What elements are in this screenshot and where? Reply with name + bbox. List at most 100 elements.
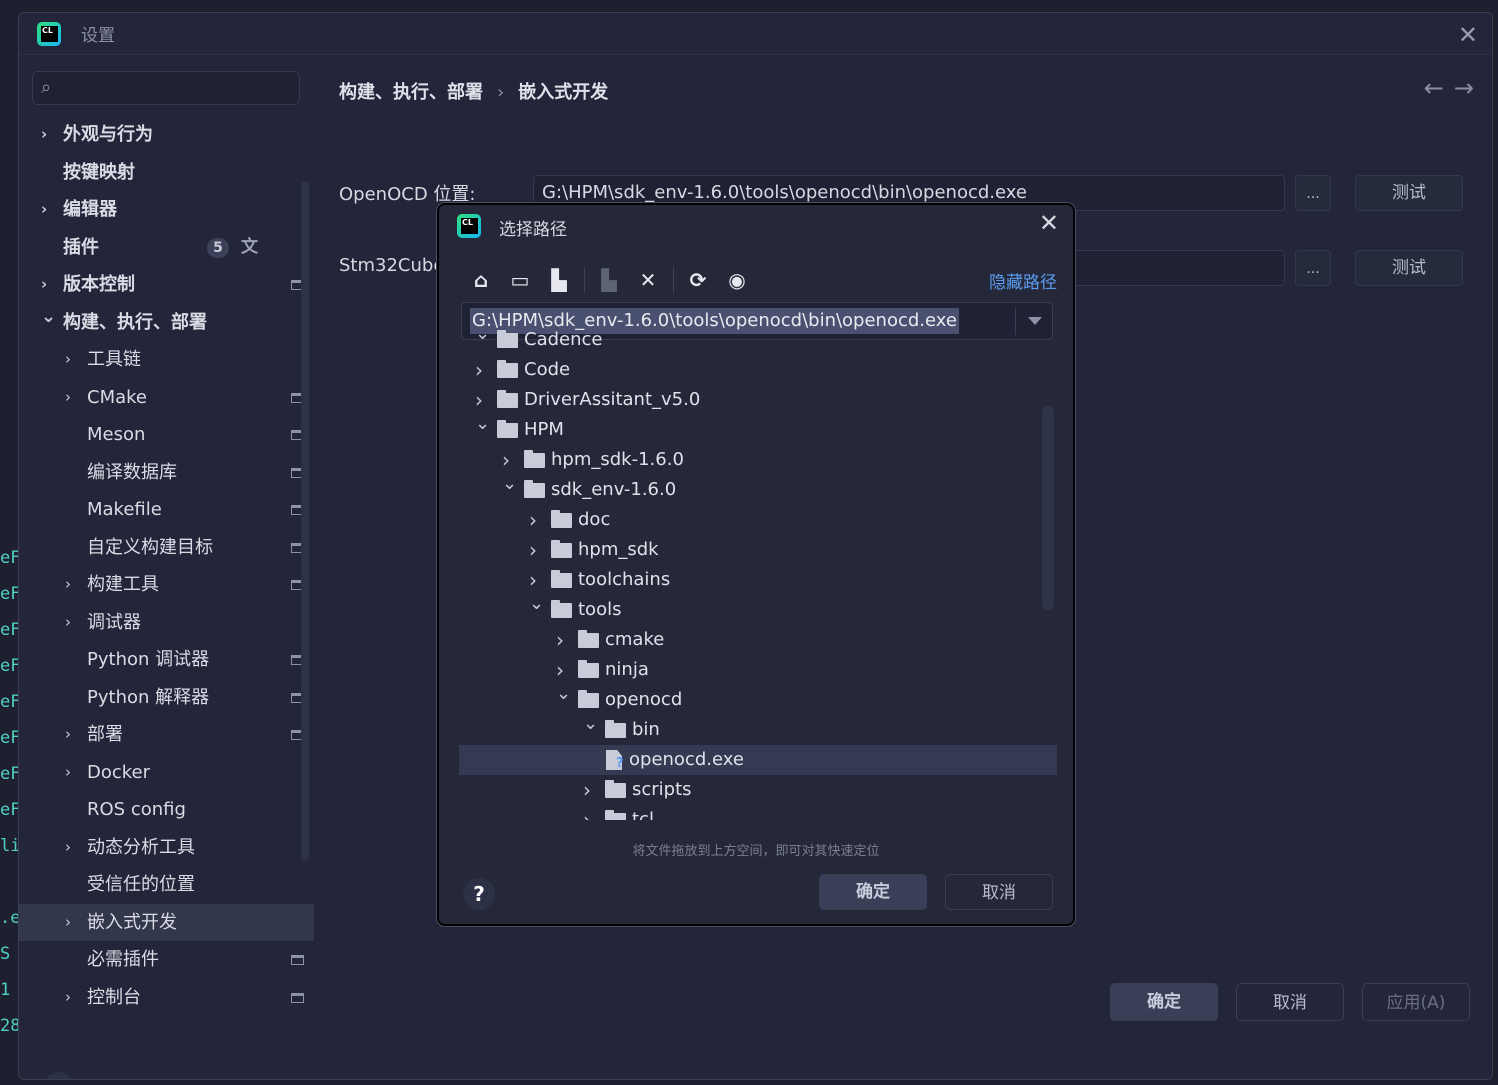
chevron-down-icon[interactable]: ⌄ [529,589,544,619]
sidebar-item[interactable]: › 部署 [19,716,314,754]
tree-row[interactable]: › DriverAssitant_v5.0 [459,385,1057,415]
search-input[interactable]: ⌕ [32,71,300,105]
tree-row[interactable]: ⌄ tools [459,593,1057,625]
tree-row[interactable]: › cmake [459,625,1057,655]
sidebar-item[interactable]: 受信任的位置 [19,866,314,904]
desktop-icon[interactable]: ▭ [506,266,534,294]
help-button[interactable]: ? [43,1072,75,1079]
show-hidden-icon[interactable]: ◉ [723,266,751,294]
sidebar-item[interactable]: 插件 5 文 [19,229,314,267]
openocd-test-button[interactable]: 测试 [1355,175,1463,211]
chevron-down-icon[interactable]: ⌄ [502,469,517,499]
sidebar-item[interactable]: ROS config [19,791,314,829]
chevron-right-icon[interactable]: › [583,805,591,820]
sidebar-item-label: 外观与行为 [63,124,153,145]
chevron-right-icon[interactable]: › [41,191,47,229]
chevron-down-icon[interactable] [1028,317,1042,325]
settings-nav: › 外观与行为按键映射 › 编辑器 插件 5 文 › 版本控制 ⌄ 构建、执行、部署 › 工具链 › CMa… [19,116,314,1016]
sidebar-item[interactable]: 自定义构建目标 [19,529,314,567]
sidebar-item[interactable]: Python 调试器 [19,641,314,679]
sidebar-item[interactable]: › 嵌入式开发 [19,903,314,942]
sidebar-item[interactable]: › 控制台 [19,979,314,1017]
tree-row[interactable]: ⌄ sdk_env-1.6.0 [459,473,1057,505]
sidebar-item[interactable]: 编译数据库 [19,454,314,492]
dialog-title: 选择路径 [499,220,567,240]
chevron-right-icon[interactable]: › [529,505,537,535]
chevron-down-icon[interactable]: ⌄ [583,709,598,739]
sidebar-item[interactable]: › CMake [19,379,314,417]
tree-row[interactable]: ⌄ HPM [459,413,1057,445]
chevron-right-icon[interactable]: › [41,116,47,154]
sidebar-item[interactable]: 必需插件 [19,941,314,979]
sidebar-item[interactable]: › 动态分析工具 [19,829,314,867]
tree-row[interactable]: ⌄ bin [459,713,1057,745]
dialog-ok-button[interactable]: 确定 [819,874,927,910]
tree-row[interactable]: › scripts [459,775,1057,805]
tree-row[interactable]: › hpm_sdk [459,535,1057,565]
project-folder-icon[interactable]: ▙ [545,266,573,294]
sidebar-item[interactable]: › 编辑器 [19,191,314,229]
close-icon[interactable]: ✕ [1039,209,1059,237]
sidebar-item[interactable]: › 外观与行为 [19,116,314,154]
chevron-right-icon[interactable]: › [529,535,537,565]
sidebar-item[interactable]: 按键映射 [19,154,314,192]
sidebar-item[interactable]: Python 解释器 [19,679,314,717]
tree-row[interactable]: › toolchains [459,565,1057,595]
dialog-help-button[interactable]: ? [463,878,495,910]
openocd-browse-button[interactable]: ... [1295,175,1331,211]
refresh-icon[interactable]: ⟳ [684,266,712,294]
tree-row[interactable]: ? openocd.exe [459,745,1057,775]
chevron-right-icon[interactable]: › [65,904,71,942]
home-icon[interactable]: ⌂ [467,266,495,294]
chevron-right-icon[interactable]: › [65,566,71,604]
ok-button[interactable]: 确定 [1110,983,1218,1021]
tree-row-label: Code [524,359,571,380]
tree-row[interactable]: ⌄ Cadence [459,325,1057,355]
forward-arrow-icon[interactable]: → [1454,74,1484,102]
sidebar-item[interactable]: ⌄ 构建、执行、部署 [19,304,314,342]
delete-icon[interactable]: ✕ [634,266,662,294]
new-folder-icon[interactable]: ▙ [595,266,623,294]
breadcrumb-item[interactable]: 构建、执行、部署 [339,82,483,103]
clion-logo-icon [457,214,481,238]
sidebar-item[interactable]: Meson [19,416,314,454]
tree-row[interactable]: ⌄ openocd [459,683,1057,715]
chevron-down-icon[interactable]: ⌄ [41,298,56,336]
chevron-right-icon[interactable]: › [65,979,71,1017]
tree-row[interactable]: › ninja [459,655,1057,685]
window-title: 设置 [81,26,115,46]
chevron-right-icon[interactable]: › [65,716,71,754]
sidebar-item[interactable]: › Docker [19,754,314,792]
sidebar-item[interactable]: Makefile [19,491,314,529]
sidebar-item[interactable]: › 构建工具 [19,566,314,604]
apply-button[interactable]: 应用(A) [1362,983,1470,1021]
tree-row[interactable]: › tcl [459,805,1057,820]
sidebar-item[interactable]: › 调试器 [19,604,314,642]
chevron-down-icon[interactable]: ⌄ [475,325,490,349]
stm32cube-test-button[interactable]: 测试 [1355,250,1463,286]
sidebar-item[interactable]: › 版本控制 [19,266,314,304]
chevron-down-icon[interactable]: ⌄ [556,679,571,709]
tree-row[interactable]: › Code [459,355,1057,385]
chevron-right-icon[interactable]: › [65,604,71,642]
chevron-right-icon[interactable]: › [65,341,71,379]
dialog-cancel-button[interactable]: 取消 [945,874,1053,910]
chevron-right-icon[interactable]: › [65,829,71,867]
chevron-right-icon[interactable]: › [475,355,483,385]
stm32cube-browse-button[interactable]: ... [1295,250,1331,286]
chevron-right-icon[interactable]: › [556,625,564,655]
hide-path-link[interactable]: 隐藏路径 [989,268,1057,293]
tree-scrollbar[interactable] [1042,405,1054,610]
sidebar-item[interactable]: › 工具链 [19,341,314,379]
sidebar-scrollbar[interactable] [301,181,309,861]
close-icon[interactable]: ✕ [1458,21,1478,49]
chevron-down-icon[interactable]: ⌄ [475,409,490,439]
chevron-right-icon[interactable]: › [583,775,591,805]
folder-icon [605,720,626,738]
chevron-right-icon[interactable]: › [65,754,71,792]
tree-row[interactable]: › doc [459,505,1057,535]
chevron-right-icon[interactable]: › [65,379,71,417]
tree-row[interactable]: › hpm_sdk-1.6.0 [459,445,1057,475]
cancel-button[interactable]: 取消 [1236,983,1344,1021]
back-arrow-icon[interactable]: ← [1424,74,1454,102]
